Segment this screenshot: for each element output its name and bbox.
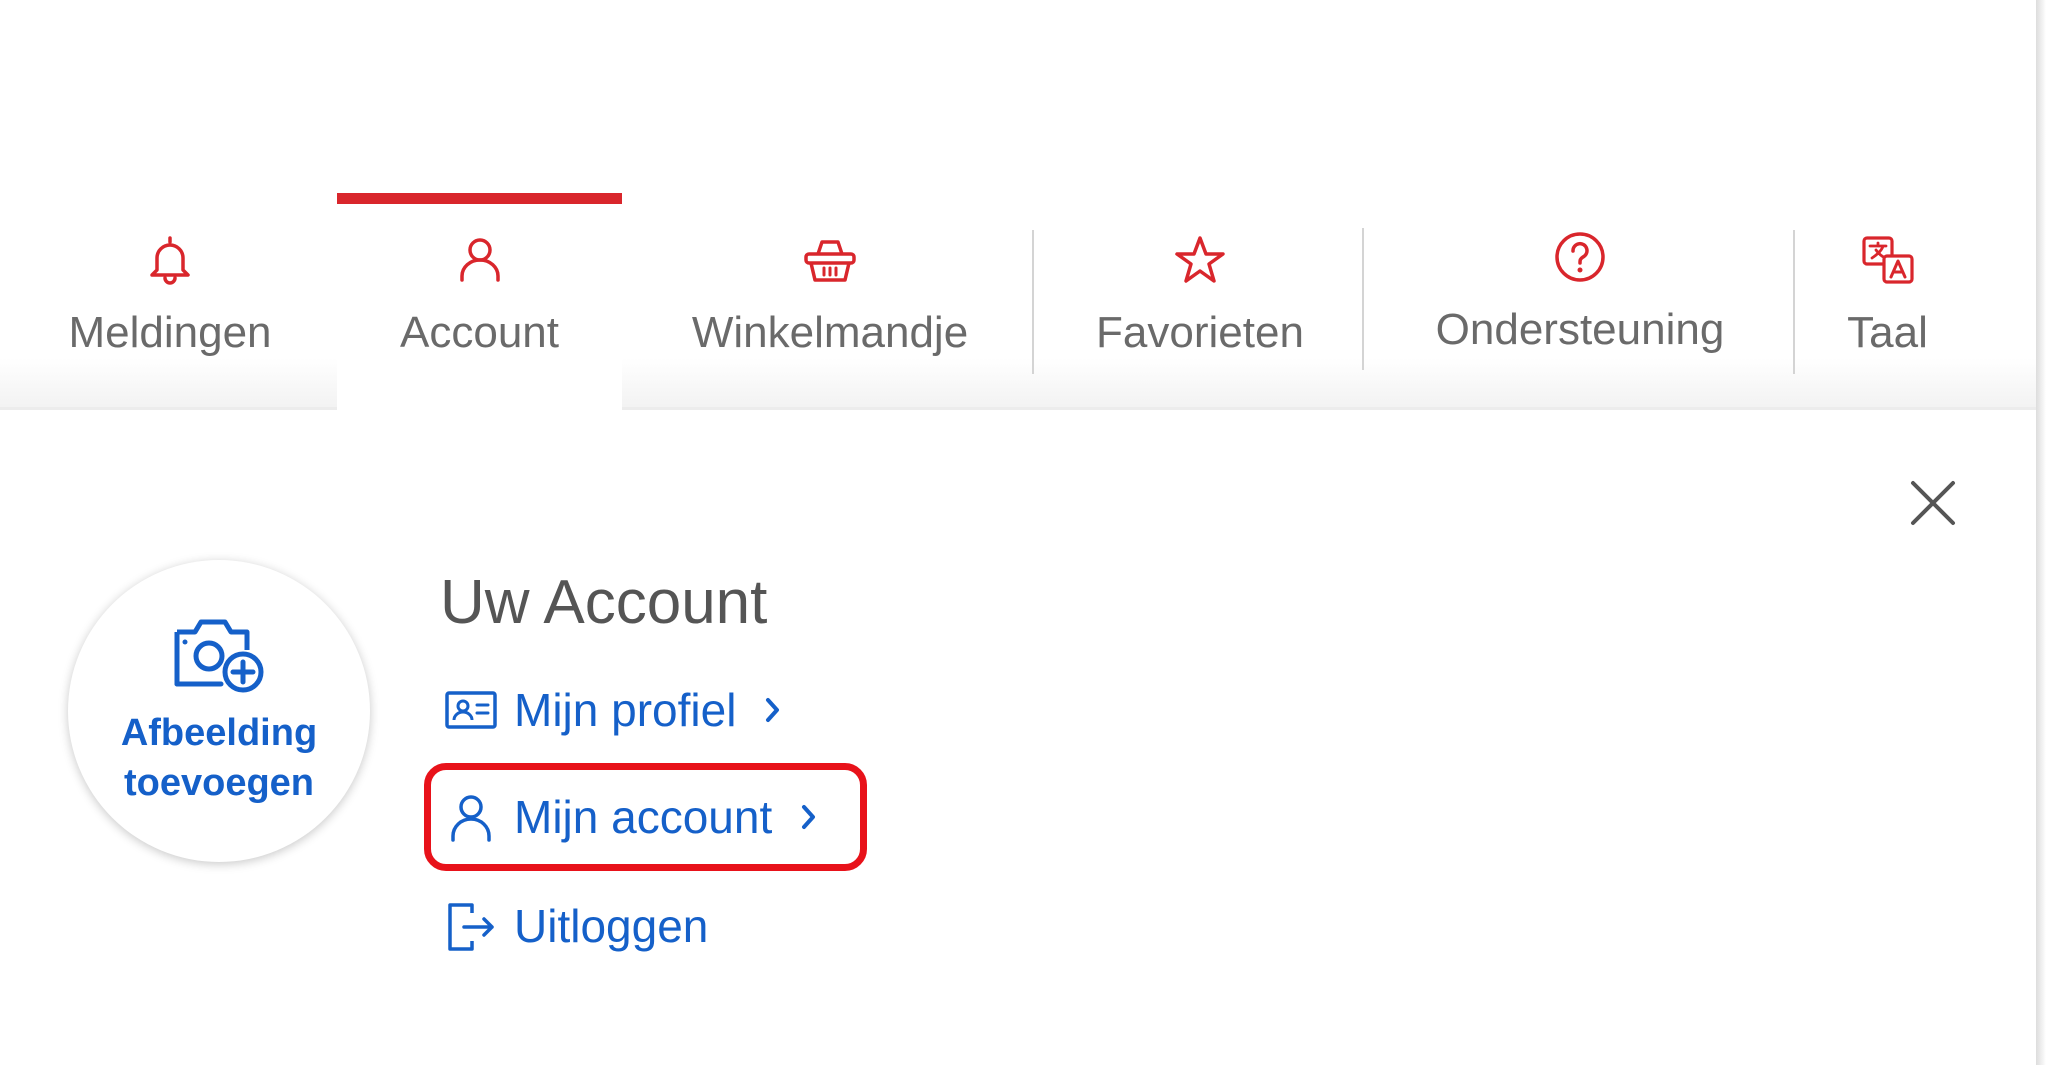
logout-icon xyxy=(448,903,494,951)
tab-separator xyxy=(1362,228,1364,370)
add-image-label-line1: Afbeelding xyxy=(120,712,318,754)
active-tab-indicator xyxy=(337,193,622,204)
tab-account[interactable]: Account xyxy=(337,193,622,410)
my-profile-label: Mijn profiel xyxy=(514,684,737,736)
logout-label: Uitloggen xyxy=(514,900,709,952)
user-icon xyxy=(459,238,500,282)
camera-add-icon xyxy=(174,619,264,693)
tab-winkelmandje[interactable]: Winkelmandje xyxy=(660,193,1000,410)
tab-ondersteuning[interactable]: Ondersteuning xyxy=(1405,190,1755,407)
tab-favorieten[interactable]: Favorieten xyxy=(1075,193,1325,410)
bell-icon xyxy=(150,236,190,285)
tab-meldingen[interactable]: Meldingen xyxy=(30,193,310,410)
tab-label: Account xyxy=(400,308,559,357)
logout-link[interactable]: Uitloggen xyxy=(444,892,708,960)
close-icon[interactable] xyxy=(1898,468,1968,538)
add-image-label-line2: toevoegen xyxy=(123,762,315,804)
chevron-right-icon xyxy=(766,698,780,722)
my-profile-link[interactable]: Mijn profiel xyxy=(444,676,782,744)
add-image-button[interactable]: Afbeelding toevoegen xyxy=(68,560,370,862)
account-panel: Meldingen Account Winkelmandje Favoriete… xyxy=(0,0,2036,1065)
tab-taal[interactable]: Taal xyxy=(1830,193,1945,410)
basket-icon xyxy=(804,240,856,282)
highlight-box xyxy=(424,763,867,871)
tab-label: Taal xyxy=(1847,308,1928,357)
profile-card-icon xyxy=(445,691,497,729)
help-icon xyxy=(1555,232,1605,282)
tab-separator xyxy=(1793,230,1795,374)
page-title: Uw Account xyxy=(440,568,768,637)
language-icon xyxy=(1861,236,1914,284)
tab-label: Ondersteuning xyxy=(1435,305,1725,354)
tab-label: Meldingen xyxy=(68,308,272,357)
star-icon xyxy=(1175,236,1225,283)
tab-separator xyxy=(1032,230,1034,374)
tab-label: Winkelmandje xyxy=(691,308,969,357)
add-image-label: Afbeelding toevoegen xyxy=(121,708,317,808)
panel-shadow xyxy=(2036,0,2046,1065)
tab-label: Favorieten xyxy=(1096,308,1304,357)
